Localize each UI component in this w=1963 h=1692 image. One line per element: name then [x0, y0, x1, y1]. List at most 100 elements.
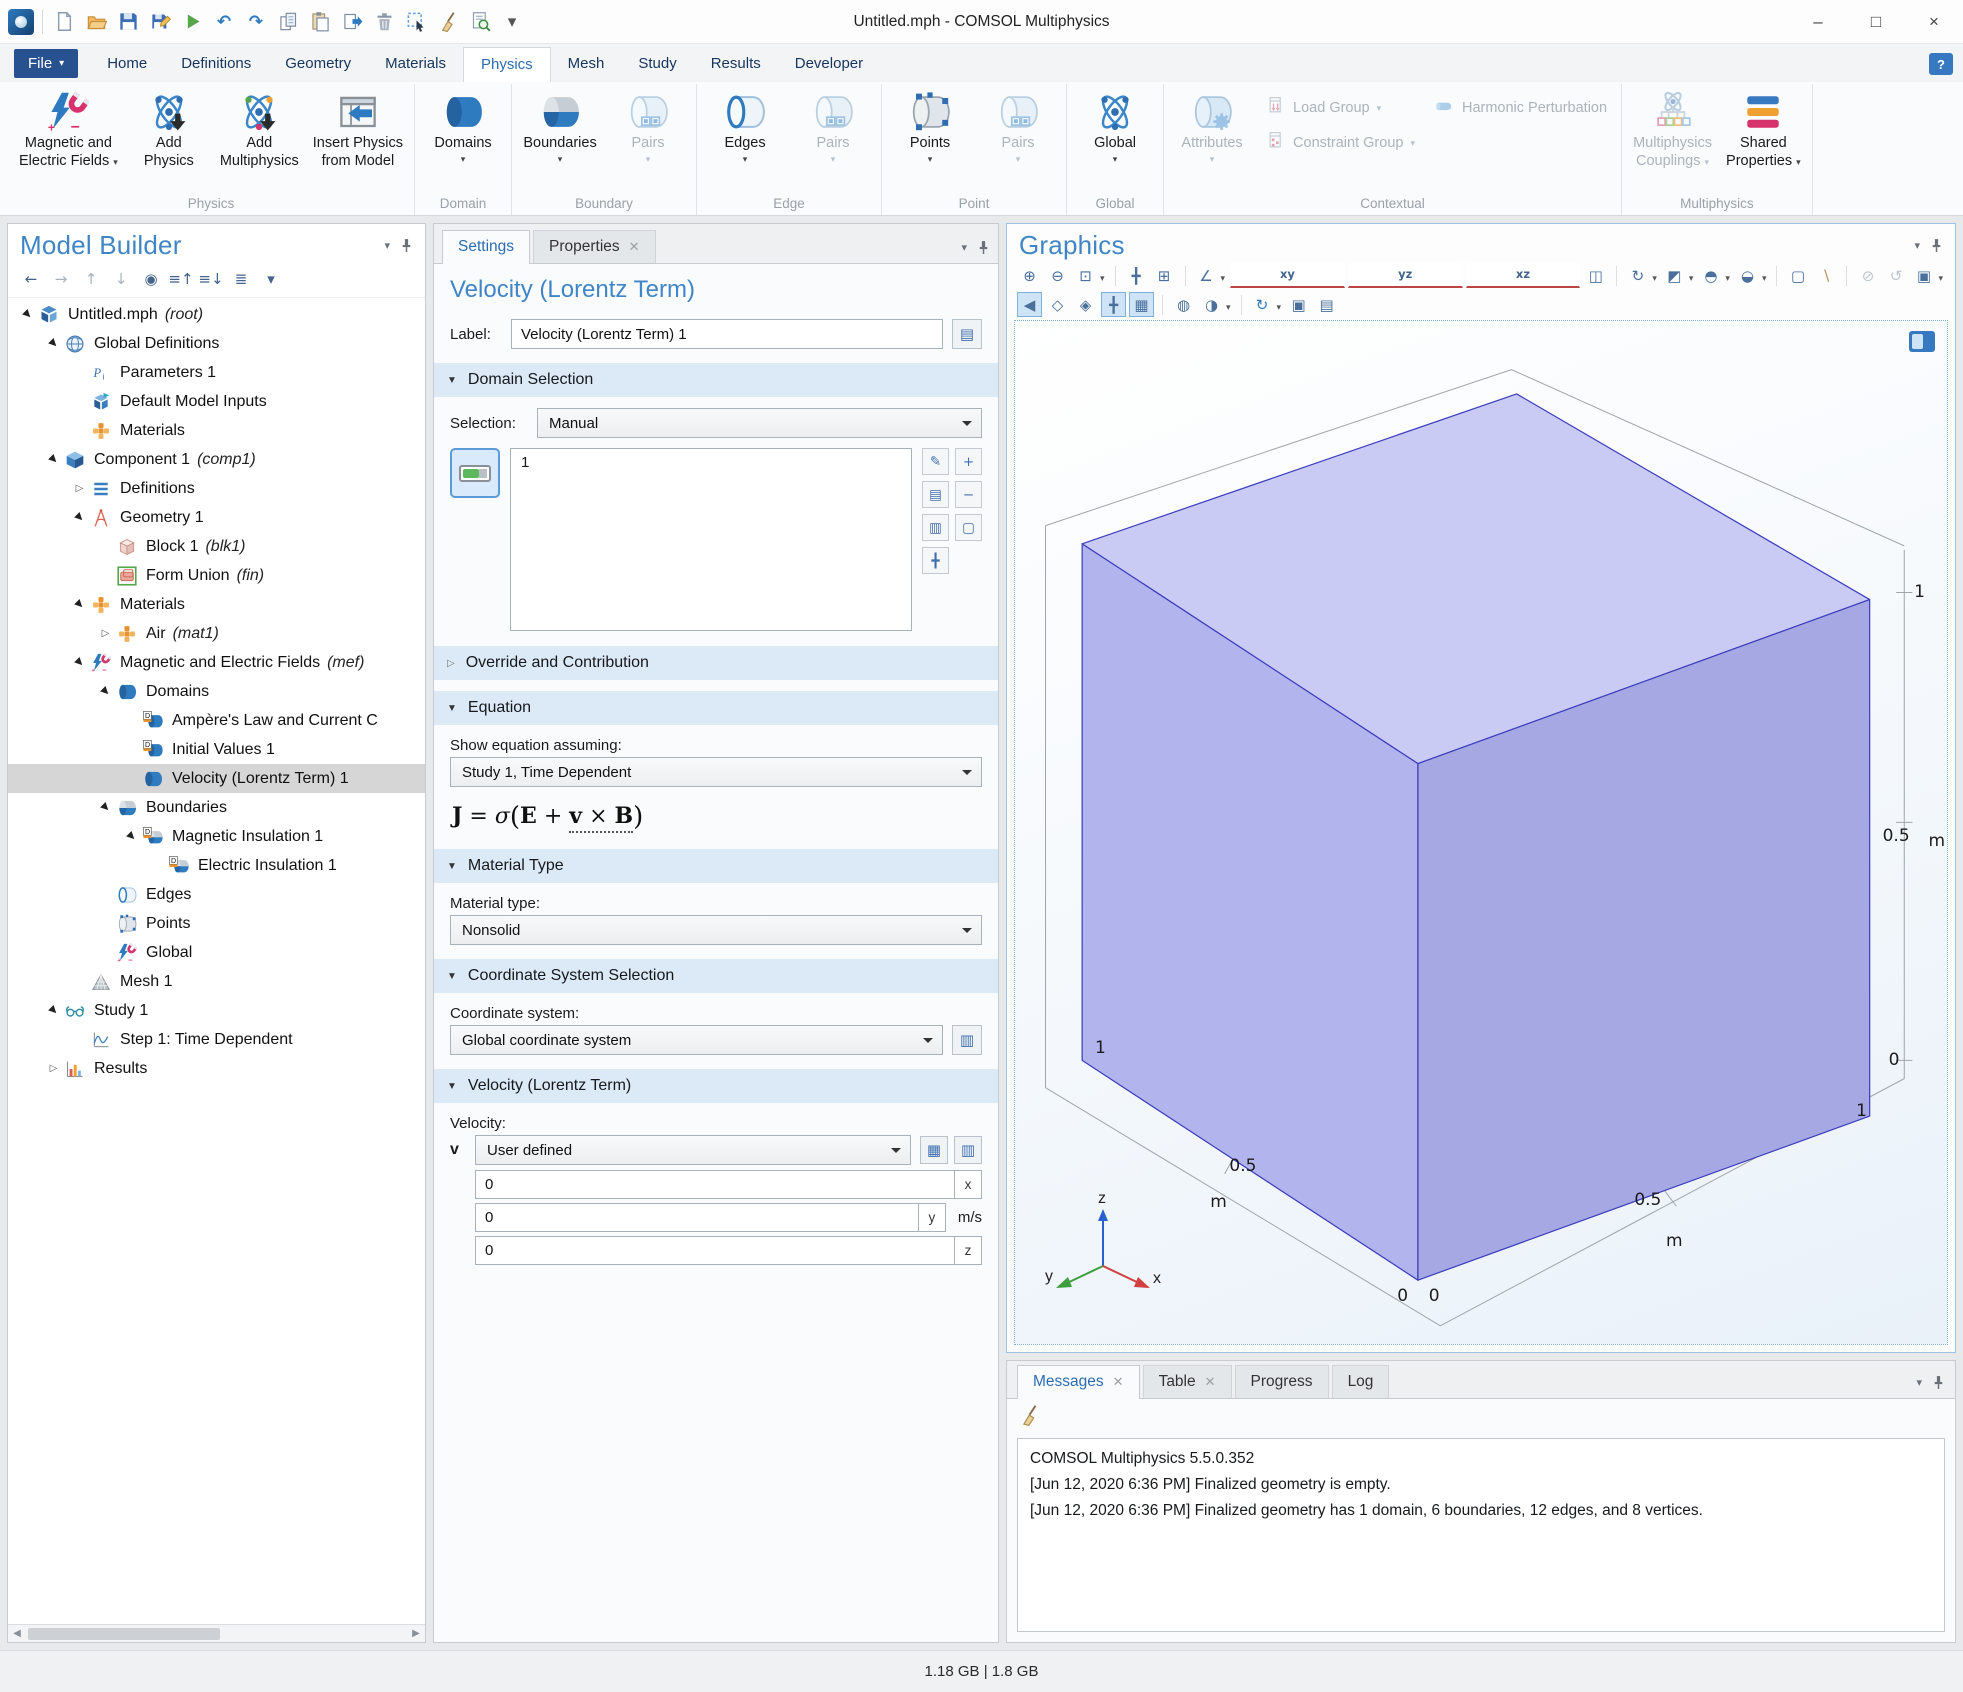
insert-physics-from-model-button[interactable]: Insert Physicsfrom Model	[306, 84, 410, 170]
collapse-icon[interactable]: ▶	[121, 826, 142, 847]
section-material-type[interactable]: ▼ Material Type	[434, 849, 998, 883]
global-button[interactable]: Global▾	[1071, 84, 1159, 165]
tree-item-step-1-time-dependent[interactable]: Step 1: Time Dependent	[8, 1025, 425, 1054]
select-box-icon[interactable]: ▢	[1785, 263, 1810, 288]
image-snapshot-icon[interactable]: ▣	[1286, 292, 1311, 317]
scene-update-icon[interactable]: ↻	[1250, 292, 1275, 317]
ribbon-tab-geometry[interactable]: Geometry	[268, 47, 368, 82]
tree-item-geometry-1[interactable]: ▶Geometry 1	[8, 503, 425, 532]
shared-properties-button[interactable]: SharedProperties ▾	[1719, 84, 1808, 170]
ribbon-tab-physics[interactable]: Physics	[463, 47, 551, 83]
move-up-button[interactable]: ↑	[78, 267, 104, 291]
tree-item-materials[interactable]: ▶Materials	[8, 590, 425, 619]
section-domain-selection[interactable]: ▼ Domain Selection	[434, 363, 998, 397]
transparency-icon[interactable]: ◈	[1073, 292, 1098, 317]
tree-item-global-definitions[interactable]: ▶Global Definitions	[8, 329, 425, 358]
clear-messages-button[interactable]	[1019, 1404, 1041, 1431]
tree-item-global[interactable]: +−Global	[8, 938, 425, 967]
ribbon-tab-definitions[interactable]: Definitions	[164, 47, 268, 82]
chevron-down-icon[interactable]: ▾	[1221, 274, 1226, 284]
paste-icon[interactable]	[307, 9, 333, 35]
ribbon-tab-home[interactable]: Home	[90, 47, 164, 82]
chevron-down-icon[interactable]: ▾	[1652, 274, 1657, 284]
material-rendering-icon[interactable]: ◍	[1171, 292, 1196, 317]
delete-icon[interactable]	[371, 9, 397, 35]
pin-icon[interactable]	[1930, 238, 1943, 253]
magnetic-and-electric-fields-button[interactable]: +−Magnetic andElectric Fields ▾	[12, 84, 125, 170]
rename-icon[interactable]: ▤	[952, 319, 982, 349]
add-to-selection-icon[interactable]: +	[955, 448, 982, 475]
velocity-method-dropdown[interactable]: User defined	[475, 1135, 911, 1165]
chevron-down-icon[interactable]: ▾	[1100, 274, 1105, 284]
expand-icon[interactable]: ▷	[96, 628, 115, 639]
tree-item-edges[interactable]: Edges	[8, 880, 425, 909]
chevron-down-icon[interactable]: ▾	[1938, 274, 1943, 284]
tree-item-magnetic-insulation-1[interactable]: ▶DMagnetic Insulation 1	[8, 822, 425, 851]
tree-item-domains[interactable]: ▶Domains	[8, 677, 425, 706]
tree-item-results[interactable]: ▷Results	[8, 1054, 425, 1083]
ribbon-tab-mesh[interactable]: Mesh	[551, 47, 622, 82]
range-builder-icon[interactable]: ▥	[954, 1136, 982, 1164]
orthographic-projection-icon[interactable]: ◫	[1583, 263, 1608, 288]
panel-menu-icon[interactable]: ▾	[1914, 239, 1920, 252]
collapse-all-button[interactable]: ≡↑	[168, 267, 194, 291]
selection-list[interactable]: 1	[510, 448, 912, 631]
add-physics-button[interactable]: AddPhysics	[125, 84, 213, 170]
tree-item-velocity-lorentz-term-1[interactable]: Velocity (Lorentz Term) 1	[8, 764, 425, 793]
tab-progress[interactable]: Progress	[1235, 1365, 1329, 1398]
collapse-icon[interactable]: ▶	[17, 304, 38, 325]
toolbar-dropdown-button[interactable]: ▾	[258, 267, 284, 291]
chevron-down-icon[interactable]: ▾	[1725, 274, 1730, 284]
view-yz-plane-icon[interactable]: yz	[1348, 263, 1463, 288]
panel-menu-icon[interactable]: ▾	[384, 239, 390, 252]
ribbon-tab-study[interactable]: Study	[621, 47, 693, 82]
tree-item-default-model-inputs[interactable]: Default Model Inputs	[8, 387, 425, 416]
points-button[interactable]: Points▾	[886, 84, 974, 165]
expand-icon[interactable]: ▷	[44, 1063, 63, 1074]
chevron-down-icon[interactable]: ▾	[1277, 303, 1282, 313]
label-input[interactable]	[511, 319, 943, 349]
redo-icon[interactable]: ↷	[243, 9, 269, 35]
paste-selection-icon[interactable]: ▥	[922, 514, 949, 541]
tree-item-untitled-mph[interactable]: ▶Untitled.mph(root)	[8, 300, 425, 329]
chevron-down-icon[interactable]: ▾	[1226, 303, 1231, 313]
show-grid-icon[interactable]: ▦	[1129, 292, 1154, 317]
new-file-icon[interactable]	[51, 9, 77, 35]
zoom-to-selection-icon[interactable]: ⊞	[1152, 263, 1177, 288]
expand-icon[interactable]: ▷	[70, 483, 89, 494]
coordinate-system-dropdown[interactable]: Global coordinate system	[450, 1025, 943, 1055]
equation-study-dropdown[interactable]: Study 1, Time Dependent	[450, 757, 982, 787]
collapse-icon[interactable]: ▶	[43, 1000, 64, 1021]
ribbon-tab-materials[interactable]: Materials	[368, 47, 463, 82]
tree-item-component-1[interactable]: ▶Component 1(comp1)	[8, 445, 425, 474]
tree-item-amp-re-s-law-and-current-c[interactable]: DAmpère's Law and Current C	[8, 706, 425, 735]
close-button[interactable]: ×	[1905, 0, 1963, 43]
collapse-icon[interactable]: ▶	[95, 681, 116, 702]
tree-item-magnetic-and-electric-fields[interactable]: ▶+−Magnetic and Electric Fields(mef)	[8, 648, 425, 677]
tree-item-materials[interactable]: Materials	[8, 416, 425, 445]
pin-icon[interactable]	[1932, 1375, 1945, 1390]
go-back-button[interactable]: ←	[18, 267, 44, 291]
section-coordinate-system[interactable]: ▼ Coordinate System Selection	[434, 959, 998, 993]
zoom-out-icon[interactable]: ⊖	[1045, 263, 1070, 288]
active-toggle-button[interactable]	[450, 448, 500, 498]
go-forward-button[interactable]: →	[48, 267, 74, 291]
model-tree-node-text-button[interactable]: ≣	[228, 267, 254, 291]
ribbon-tab-results[interactable]: Results	[694, 47, 778, 82]
go-to-source-icon[interactable]: ▥	[952, 1025, 982, 1055]
section-velocity[interactable]: ▼ Velocity (Lorentz Term)	[434, 1069, 998, 1103]
move-down-button[interactable]: ↓	[108, 267, 134, 291]
remove-from-selection-icon[interactable]: −	[955, 481, 982, 508]
show-axis-orientation-icon[interactable]: ╋	[1101, 292, 1126, 317]
view-xy-plane-icon[interactable]: xy	[1230, 263, 1345, 288]
tab-table[interactable]: Table✕	[1143, 1365, 1232, 1398]
selection-list-item[interactable]: 1	[521, 454, 901, 471]
velocity-x-input[interactable]	[475, 1170, 955, 1199]
close-icon[interactable]: ✕	[1205, 1374, 1216, 1390]
tree-item-initial-values-1[interactable]: DInitial Values 1	[8, 735, 425, 764]
material-appearance-icon[interactable]: ◓	[1698, 263, 1723, 288]
collapse-icon[interactable]: ▶	[69, 594, 90, 615]
expression-builder-icon[interactable]: ▦	[920, 1136, 948, 1164]
activate-selection-icon[interactable]: ✎	[922, 448, 949, 475]
section-override[interactable]: ▷ Override and Contribution	[434, 646, 998, 680]
